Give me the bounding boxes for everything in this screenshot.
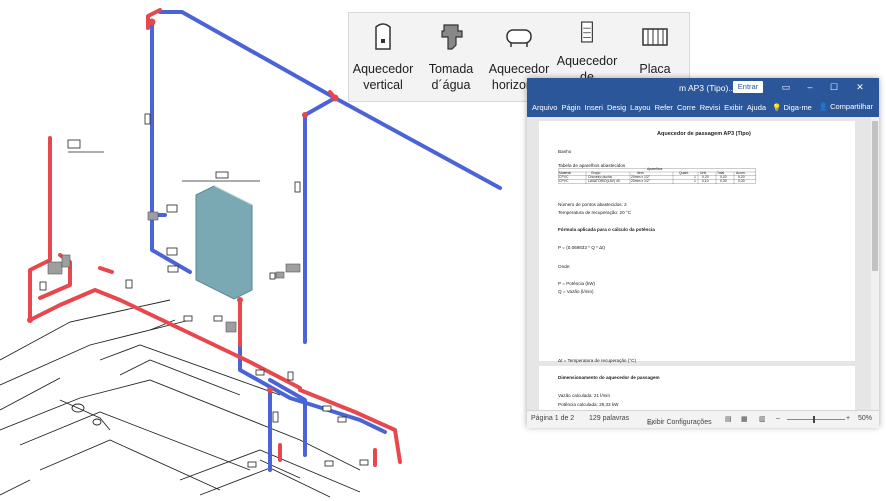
word-window: m AP3 (Tipo)... Entrar ▭ – ☐ ✕ Arquivo P…	[527, 78, 879, 428]
document-title: m AP3 (Tipo)...	[679, 83, 736, 93]
doc-heading: Aquecedor de passagem AP3 (Tipo)	[657, 131, 751, 137]
table-cell: LAVATÓRIO(LAV) 40	[588, 179, 620, 183]
zoom-out-icon[interactable]: –	[776, 415, 780, 422]
vertical-heater-button[interactable]: Aquecedor vertical	[349, 13, 417, 101]
table-cell: CPVC	[559, 179, 569, 183]
water-outlet-label-2: d´água	[431, 78, 471, 92]
table-cell: 0,30	[720, 179, 727, 183]
tab-pagina[interactable]: Págin	[559, 103, 582, 112]
tab-exibir[interactable]: Exibir	[722, 103, 745, 112]
doc-q-def: Q = Vazão (l/min)	[558, 289, 594, 294]
tell-me-label: Diga-me	[783, 102, 812, 112]
vertical-heater-label-2: vertical	[363, 78, 403, 92]
pass-through-heater-label-1: Aquecedor	[556, 54, 618, 68]
tab-ajuda[interactable]: Ajuda	[745, 103, 768, 112]
vertical-heater-label-1: Aquecedor	[352, 62, 414, 76]
zoom-slider[interactable]	[787, 419, 845, 420]
table-cell: 1	[694, 179, 696, 183]
vertical-heater-icon	[375, 23, 391, 50]
tell-me-box[interactable]: 💡 Diga-me	[772, 103, 812, 112]
solar-panel-icon	[642, 28, 668, 46]
doc-formula-title: Fórmula aplicada para o cálculo da potên…	[558, 227, 655, 232]
doc-temp: Temperatura de recuperação: 20 °C	[558, 210, 632, 215]
person-icon: 👤	[818, 102, 828, 111]
tab-referencias[interactable]: Refer	[653, 103, 675, 112]
tab-inserir[interactable]: Inseri	[583, 103, 605, 112]
display-settings-label: Exibir Configurações	[647, 419, 712, 426]
doc-room: Banho	[558, 149, 572, 154]
minimize-icon[interactable]: –	[803, 81, 817, 93]
web-layout-icon[interactable]: ▥	[759, 415, 766, 423]
doc-dt-def: Δt = Temperatura de recuperação (°C)	[558, 358, 636, 363]
doc-sizing-title: Dimensionamento do aquecedor de passagem	[558, 375, 660, 380]
signin-button[interactable]: Entrar	[733, 81, 763, 93]
close-icon[interactable]: ✕	[853, 81, 867, 93]
read-mode-icon[interactable]: ▤	[725, 415, 732, 423]
share-button[interactable]: 👤 Compartilhar	[819, 102, 873, 111]
zoom-level[interactable]: 50%	[858, 415, 872, 422]
word-statusbar: Página 1 de 2 129 palavras ▭ Exibir Conf…	[527, 410, 879, 428]
tab-layout[interactable]: Layou	[628, 103, 652, 112]
lightbulb-icon: 💡	[772, 102, 782, 112]
horizontal-heater-icon	[506, 29, 532, 47]
tab-correspondencias[interactable]: Corre	[675, 103, 698, 112]
table-cell: 0,10	[702, 179, 709, 183]
word-menu-tabs: Arquivo Págin Inseri Desig Layou Refer C…	[527, 97, 879, 117]
solar-panel-label-1: Placa	[639, 62, 671, 76]
tab-design[interactable]: Desig	[605, 103, 628, 112]
doc-points: Número de pontos abastecidos: 2	[558, 202, 627, 207]
scroll-thumb[interactable]	[872, 121, 878, 271]
table-group-header: Aparelhos	[647, 167, 663, 171]
water-outlet-icon	[441, 24, 463, 50]
tab-arquivo[interactable]: Arquivo	[527, 103, 559, 112]
zoom-slider-thumb[interactable]	[813, 416, 815, 423]
water-outlet-label-1: Tomada	[428, 62, 474, 76]
vertical-scrollbar[interactable]	[871, 117, 879, 410]
print-layout-icon[interactable]: ▦	[741, 415, 748, 423]
doc-power: Potência calculada: 29,33 kW	[558, 402, 619, 407]
document-area[interactable]: Aquecedor de passagem AP3 (Tipo) Banho T…	[527, 117, 879, 410]
document-page-1[interactable]: Aquecedor de passagem AP3 (Tipo) Banho T…	[539, 121, 855, 361]
word-titlebar: m AP3 (Tipo)... Entrar ▭ – ☐ ✕	[527, 78, 879, 97]
table-cell: 20mm x 1/2"	[631, 179, 650, 183]
doc-flow: Vazão calculada: 21 l/min	[558, 393, 611, 398]
document-page-2[interactable]: Δt = Temperatura de recuperação (°C) Dim…	[539, 358, 855, 410]
horizontal-heater-label-1: Aquecedor	[488, 62, 550, 76]
tab-revisao[interactable]: Revisi	[698, 103, 722, 112]
water-outlet-button[interactable]: Tomada d´água	[417, 13, 485, 101]
doc-formula: P = (0,069833 * Q * Δt)	[558, 245, 606, 250]
ribbon-display-icon[interactable]: ▭	[779, 81, 793, 93]
doc-where: Onde:	[558, 264, 571, 269]
doc-p-def: P = Potência (kW)	[558, 281, 596, 286]
pass-through-heater-3d[interactable]	[195, 185, 253, 300]
zoom-in-icon[interactable]: +	[846, 415, 850, 422]
maximize-icon[interactable]: ☐	[827, 81, 841, 93]
share-label: Compartilhar	[830, 102, 873, 111]
page-count[interactable]: Página 1 de 2	[531, 415, 574, 422]
word-count[interactable]: 129 palavras	[589, 415, 629, 422]
pass-through-heater-icon	[581, 21, 593, 43]
table-header-quant: Quant.	[679, 171, 690, 175]
table-cell: 0,30	[738, 179, 745, 183]
